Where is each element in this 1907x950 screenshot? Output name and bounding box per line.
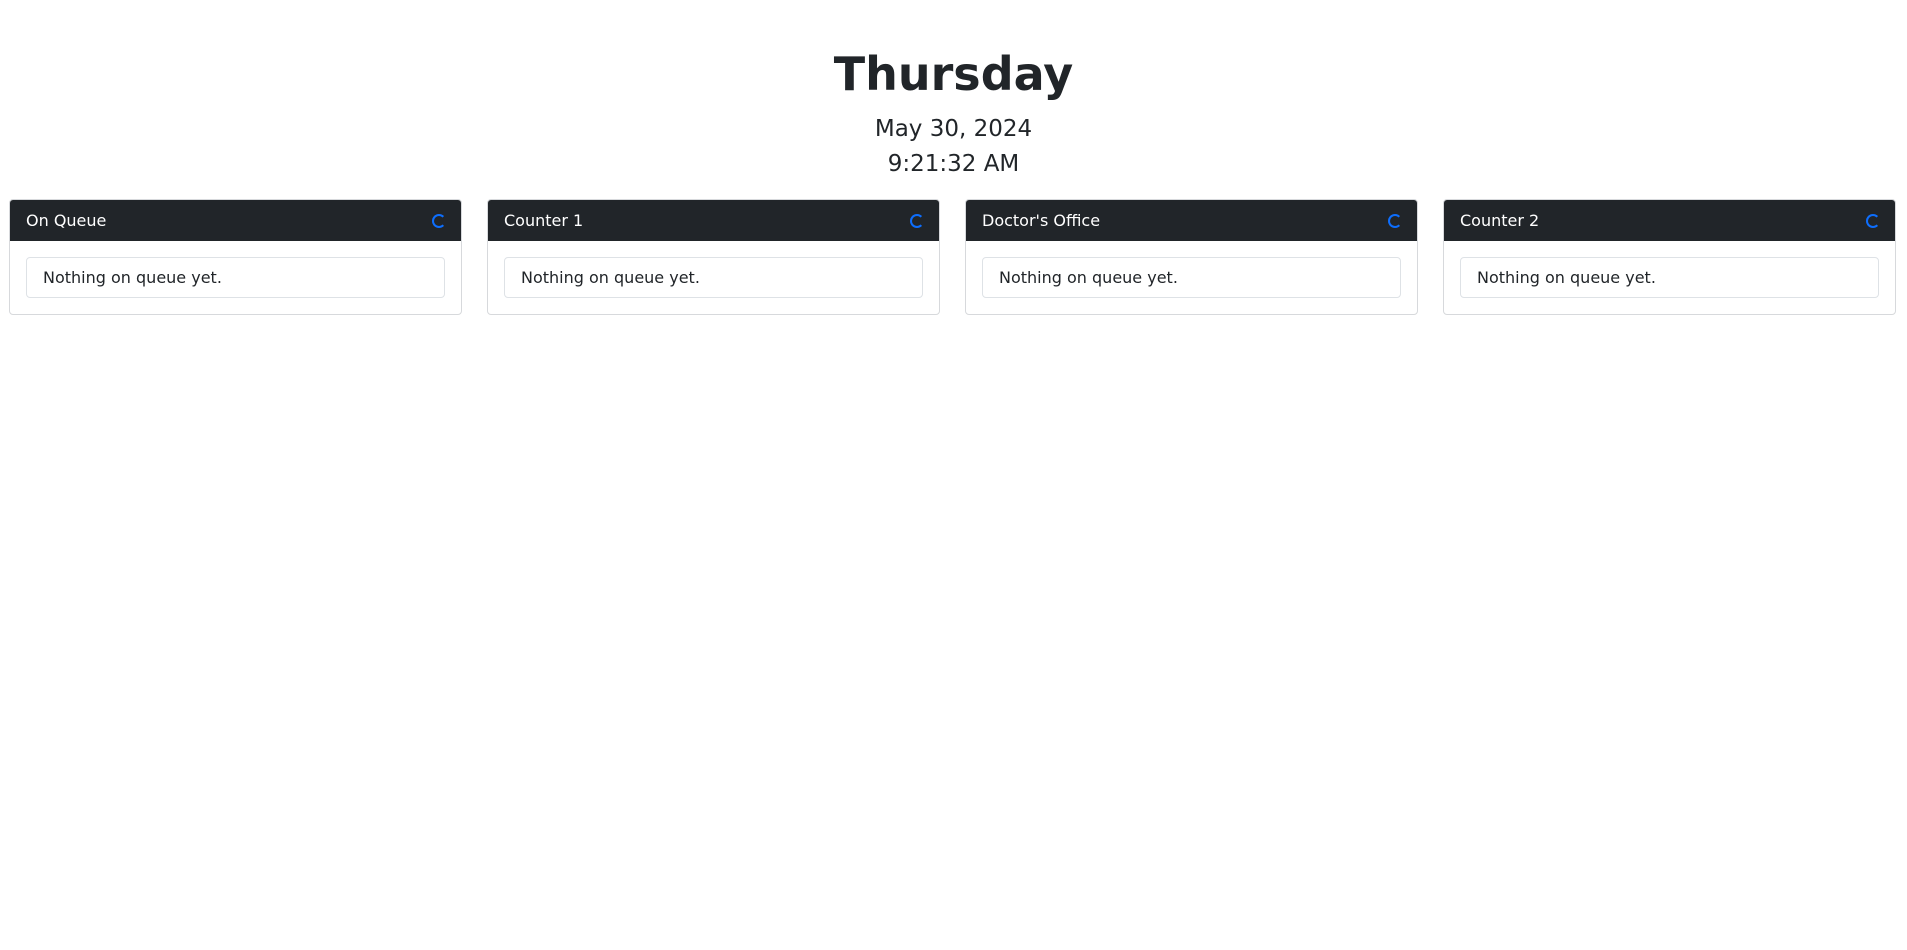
panel-header: Counter 1 [488, 200, 939, 241]
panel-title: On Queue [26, 211, 107, 230]
empty-queue-message: Nothing on queue yet. [982, 257, 1401, 298]
loading-spinner-icon [1388, 213, 1402, 228]
panel-body: Nothing on queue yet. [966, 241, 1417, 314]
queue-panels: On Queue Nothing on queue yet. Counter 1… [9, 199, 1897, 315]
queue-panel-counter-1: Counter 1 Nothing on queue yet. [487, 199, 940, 315]
empty-queue-message: Nothing on queue yet. [26, 257, 445, 298]
queue-panel-doctors-office: Doctor's Office Nothing on queue yet. [965, 199, 1418, 315]
panel-header: On Queue [10, 200, 461, 241]
date-display: May 30, 2024 [874, 116, 1033, 142]
empty-queue-message: Nothing on queue yet. [504, 257, 923, 298]
loading-spinner-icon [432, 213, 446, 228]
loading-spinner-icon [1866, 213, 1880, 228]
day-title: Thursday [833, 47, 1074, 101]
panel-header: Doctor's Office [966, 200, 1417, 241]
panel-title: Counter 2 [1460, 211, 1540, 230]
queue-panel-on-queue: On Queue Nothing on queue yet. [9, 199, 462, 315]
clock-header: Thursday May 30, 2024 9:21:32 AM [0, 0, 1907, 179]
panel-body: Nothing on queue yet. [10, 241, 461, 314]
panel-body: Nothing on queue yet. [1444, 241, 1895, 314]
empty-queue-message: Nothing on queue yet. [1460, 257, 1879, 298]
loading-spinner-icon [910, 213, 924, 228]
panel-body: Nothing on queue yet. [488, 241, 939, 314]
queue-panel-counter-2: Counter 2 Nothing on queue yet. [1443, 199, 1896, 315]
time-display: 9:21:32 AM [887, 151, 1020, 177]
panel-title: Doctor's Office [982, 211, 1101, 230]
panel-title: Counter 1 [504, 211, 584, 230]
panel-header: Counter 2 [1444, 200, 1895, 241]
